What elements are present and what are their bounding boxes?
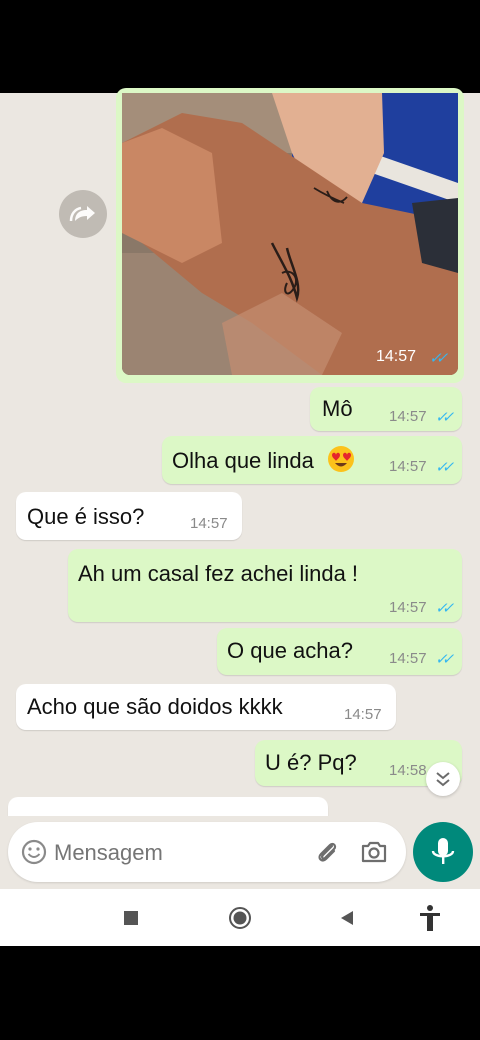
image-time: 14:57 <box>376 348 417 365</box>
bottom-letterbox <box>0 946 480 1040</box>
message-text: O que acha? <box>227 638 353 663</box>
photo-illustration <box>122 93 458 375</box>
emoji-icon[interactable] <box>20 838 48 866</box>
message-text: U é? Pq? <box>265 750 357 775</box>
message-time: 14:57 <box>344 706 382 723</box>
tattoo-photo[interactable]: 14:57 ✓✓ <box>122 93 458 375</box>
forward-button[interactable] <box>59 190 107 238</box>
message-time: 14:57 <box>389 458 427 475</box>
message-bubble-in[interactable]: Acho que são doidos kkkk 14:57 <box>16 684 396 730</box>
message-time: 14:58 <box>389 762 427 779</box>
scroll-down-icon <box>436 772 450 787</box>
mic-button[interactable] <box>413 822 473 882</box>
nav-back-icon[interactable] <box>338 909 356 927</box>
message-time: 14:57 <box>190 515 228 532</box>
message-time: 14:57 <box>389 599 427 616</box>
mic-icon <box>431 838 455 864</box>
message-time: 14:57 <box>389 408 427 425</box>
camera-icon[interactable] <box>359 837 389 867</box>
message-time: 14:57 <box>389 650 427 667</box>
forward-icon <box>69 206 95 222</box>
nav-square-icon[interactable] <box>122 909 140 927</box>
accessibility-icon[interactable] <box>418 904 442 932</box>
message-text: Acho que são doidos kkkk <box>27 694 283 719</box>
nav-home-icon[interactable] <box>228 906 252 930</box>
message-bubble-out[interactable]: Olha que linda 14:57 ✓✓ <box>162 436 462 484</box>
message-bubble-out[interactable]: Ah um casal fez achei linda ! 14:57 ✓✓ <box>68 549 462 622</box>
message-text: Que é isso? <box>27 504 145 529</box>
read-ticks-icon: ✓✓ <box>435 651 454 668</box>
message-composer[interactable] <box>8 822 406 882</box>
message-text: Olha que linda <box>172 448 314 473</box>
read-ticks-icon: ✓✓ <box>435 459 454 476</box>
attach-icon[interactable] <box>312 837 342 867</box>
read-ticks-icon: ✓✓ <box>435 409 454 426</box>
message-bubble-in[interactable]: Que é isso? 14:57 <box>16 492 242 540</box>
message-text: Mô <box>322 396 353 421</box>
message-input[interactable] <box>52 836 296 870</box>
message-bubble-out[interactable]: Mô 14:57 ✓✓ <box>310 387 462 431</box>
scroll-down-button[interactable] <box>426 762 460 796</box>
read-ticks-icon: ✓✓ <box>429 350 448 367</box>
message-bubble-out[interactable]: O que acha? 14:57 ✓✓ <box>217 628 462 675</box>
system-navigation-bar <box>0 889 480 946</box>
heart-eyes-emoji-icon <box>328 446 354 472</box>
status-bar-area <box>0 0 480 93</box>
read-ticks-icon: ✓✓ <box>435 600 454 617</box>
message-text: Ah um casal fez achei linda ! <box>78 561 359 586</box>
